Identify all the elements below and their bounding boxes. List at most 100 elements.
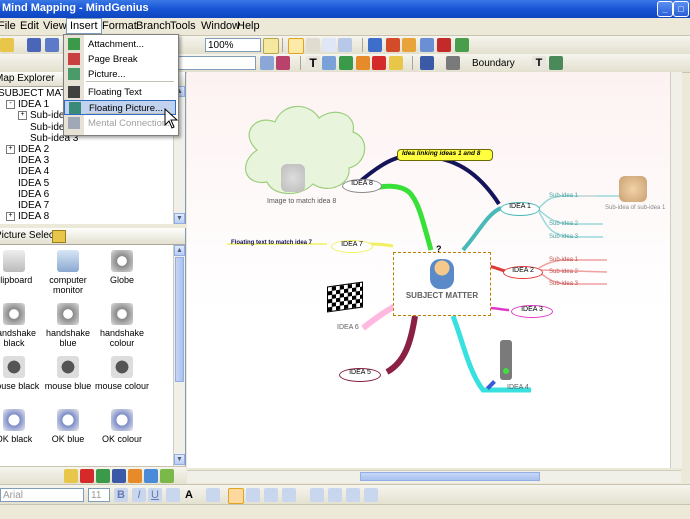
underline-icon[interactable]: U <box>148 488 162 502</box>
fill-color-icon[interactable] <box>446 56 460 70</box>
print-icon[interactable] <box>45 38 59 52</box>
picture-item[interactable]: mouse colour <box>92 356 152 391</box>
bullets-icon[interactable] <box>310 488 324 502</box>
idea-8-node[interactable]: IDEA 8 <box>342 179 382 193</box>
image-icon[interactable] <box>96 469 110 483</box>
italic-icon[interactable]: I <box>132 488 146 502</box>
subject-node[interactable]: SUBJECT MATTER <box>393 252 491 316</box>
idea-7-node[interactable]: IDEA 7 <box>331 240 373 253</box>
insert-menu-item-attachment[interactable]: Attachment... <box>64 37 176 52</box>
collapse-icon[interactable]: - <box>6 100 15 110</box>
image-tool-icon[interactable] <box>549 56 563 70</box>
scroll-down-button[interactable]: ▼ <box>174 454 185 465</box>
thumb-caption[interactable]: Sub-idea of sub-idea 1 <box>605 205 665 211</box>
align-center-icon[interactable] <box>246 488 260 502</box>
hand-icon[interactable] <box>306 38 320 52</box>
style-combo[interactable] <box>178 56 256 70</box>
numbering-icon[interactable] <box>328 488 342 502</box>
idea-2-sub-1[interactable]: Sub-idea 1 <box>549 257 578 263</box>
pdf-export-icon[interactable] <box>437 38 451 52</box>
text-align-icon[interactable]: T <box>532 56 546 70</box>
powerpoint-export-icon[interactable] <box>386 38 400 52</box>
indent-icon[interactable] <box>364 488 378 502</box>
flag-icon[interactable] <box>144 469 158 483</box>
align-left-icon[interactable] <box>228 488 244 504</box>
tree-item[interactable]: + IDEA 2 <box>6 144 49 155</box>
picture-item[interactable]: Globe <box>92 250 152 285</box>
picture-item[interactable]: handshake blue <box>38 303 98 348</box>
hscroll-thumb[interactable] <box>360 472 540 481</box>
thumbs-up-icon[interactable] <box>619 176 647 202</box>
palette-icon[interactable] <box>128 469 142 483</box>
idea-link-banner[interactable]: Idea linking ideas 1 and 8 <box>397 149 493 161</box>
check-icon[interactable] <box>372 56 386 70</box>
font-size-combo[interactable]: 11 <box>88 488 110 502</box>
strikethrough-icon[interactable] <box>166 488 180 502</box>
idea-4-label[interactable]: IDEA 4 <box>507 384 529 391</box>
zoom-icon[interactable] <box>338 38 352 52</box>
check-icon[interactable] <box>80 469 94 483</box>
menu-format[interactable]: Format <box>102 20 137 32</box>
map-canvas[interactable]: Image to match idea 8 Idea linking ideas… <box>187 72 682 468</box>
minimize-button[interactable]: _ <box>657 1 673 17</box>
picture-item[interactable]: OK colour <box>92 409 152 444</box>
menu-window[interactable]: Window <box>201 20 240 32</box>
insert-menu-item-picture[interactable]: Picture... <box>64 67 176 82</box>
help-icon[interactable] <box>263 38 279 54</box>
zoom-combo[interactable]: 100% <box>205 38 261 52</box>
scroll-up-button[interactable]: ▲ <box>174 245 185 256</box>
idea-2-sub-2[interactable]: Sub-idea 2 <box>549 269 578 275</box>
tree-item[interactable]: IDEA 7 <box>6 200 49 211</box>
highlighter-icon[interactable] <box>276 56 290 70</box>
idea-1-sub-2[interactable]: Sub-idea 2 <box>549 221 578 227</box>
picture-item[interactable]: computer monitor <box>38 250 98 295</box>
scroll-down-button[interactable]: ▼ <box>174 213 185 224</box>
bold-icon[interactable]: B <box>114 488 128 502</box>
floating-text[interactable]: Floating text to match idea 7 <box>231 240 312 246</box>
open-icon[interactable] <box>0 38 14 52</box>
idea-1-sub-1[interactable]: Sub-idea 1 <box>549 193 578 199</box>
menu-tools[interactable]: Tools <box>170 20 196 32</box>
outlook-export-icon[interactable] <box>402 38 416 52</box>
pen-icon[interactable] <box>112 469 126 483</box>
picture-item[interactable]: mouse blue <box>38 356 98 391</box>
highlight-icon[interactable] <box>206 488 220 502</box>
idea-3-node[interactable]: IDEA 3 <box>511 305 553 318</box>
word-export-icon[interactable] <box>368 38 382 52</box>
traffic-light-icon[interactable] <box>500 340 512 380</box>
menu-file[interactable]: File <box>0 20 16 32</box>
line-color-icon[interactable] <box>420 56 434 70</box>
line-tool-icon[interactable] <box>322 56 336 70</box>
category-icon[interactable] <box>356 56 370 70</box>
tree-item[interactable]: IDEA 3 <box>6 155 49 166</box>
expand-icon[interactable]: + <box>18 111 27 121</box>
align-right-icon[interactable] <box>264 488 278 502</box>
tree-item[interactable]: IDEA 6 <box>6 189 49 200</box>
idea-1-node[interactable]: IDEA 1 <box>500 202 540 216</box>
expand-icon[interactable]: + <box>6 212 15 222</box>
ok-hand-icon[interactable] <box>281 164 305 192</box>
pointer-icon[interactable] <box>288 38 304 54</box>
font-color-icon[interactable]: A <box>182 488 196 502</box>
tree-item[interactable]: + IDEA 8 <box>6 211 49 222</box>
maximize-button[interactable]: □ <box>673 1 689 17</box>
tree-item[interactable]: IDEA 4 <box>6 166 49 177</box>
excel-export-icon[interactable] <box>455 38 469 52</box>
checkered-flag-icon[interactable] <box>327 281 363 313</box>
menu-insert[interactable]: Insert <box>66 18 102 34</box>
menu-edit[interactable]: Edit <box>20 20 39 32</box>
rotate-icon[interactable] <box>322 38 336 52</box>
canvas-scrollbar[interactable] <box>670 72 682 468</box>
picture-item[interactable]: handshake colour <box>92 303 152 348</box>
insert-menu-item-floating-text[interactable]: Floating Text <box>64 85 176 100</box>
key-icon[interactable] <box>389 56 403 70</box>
key-icon[interactable] <box>64 469 78 483</box>
text-tool-icon[interactable]: T <box>306 56 320 70</box>
justify-icon[interactable] <box>282 488 296 502</box>
idea-5-node[interactable]: IDEA 5 <box>339 368 381 382</box>
canvas-hscroll[interactable] <box>187 470 681 483</box>
idea-6-label[interactable]: IDEA 6 <box>337 324 359 331</box>
idea-2-node[interactable]: IDEA 2 <box>503 266 543 279</box>
pencil-icon[interactable] <box>339 56 353 70</box>
project-export-icon[interactable] <box>420 38 434 52</box>
